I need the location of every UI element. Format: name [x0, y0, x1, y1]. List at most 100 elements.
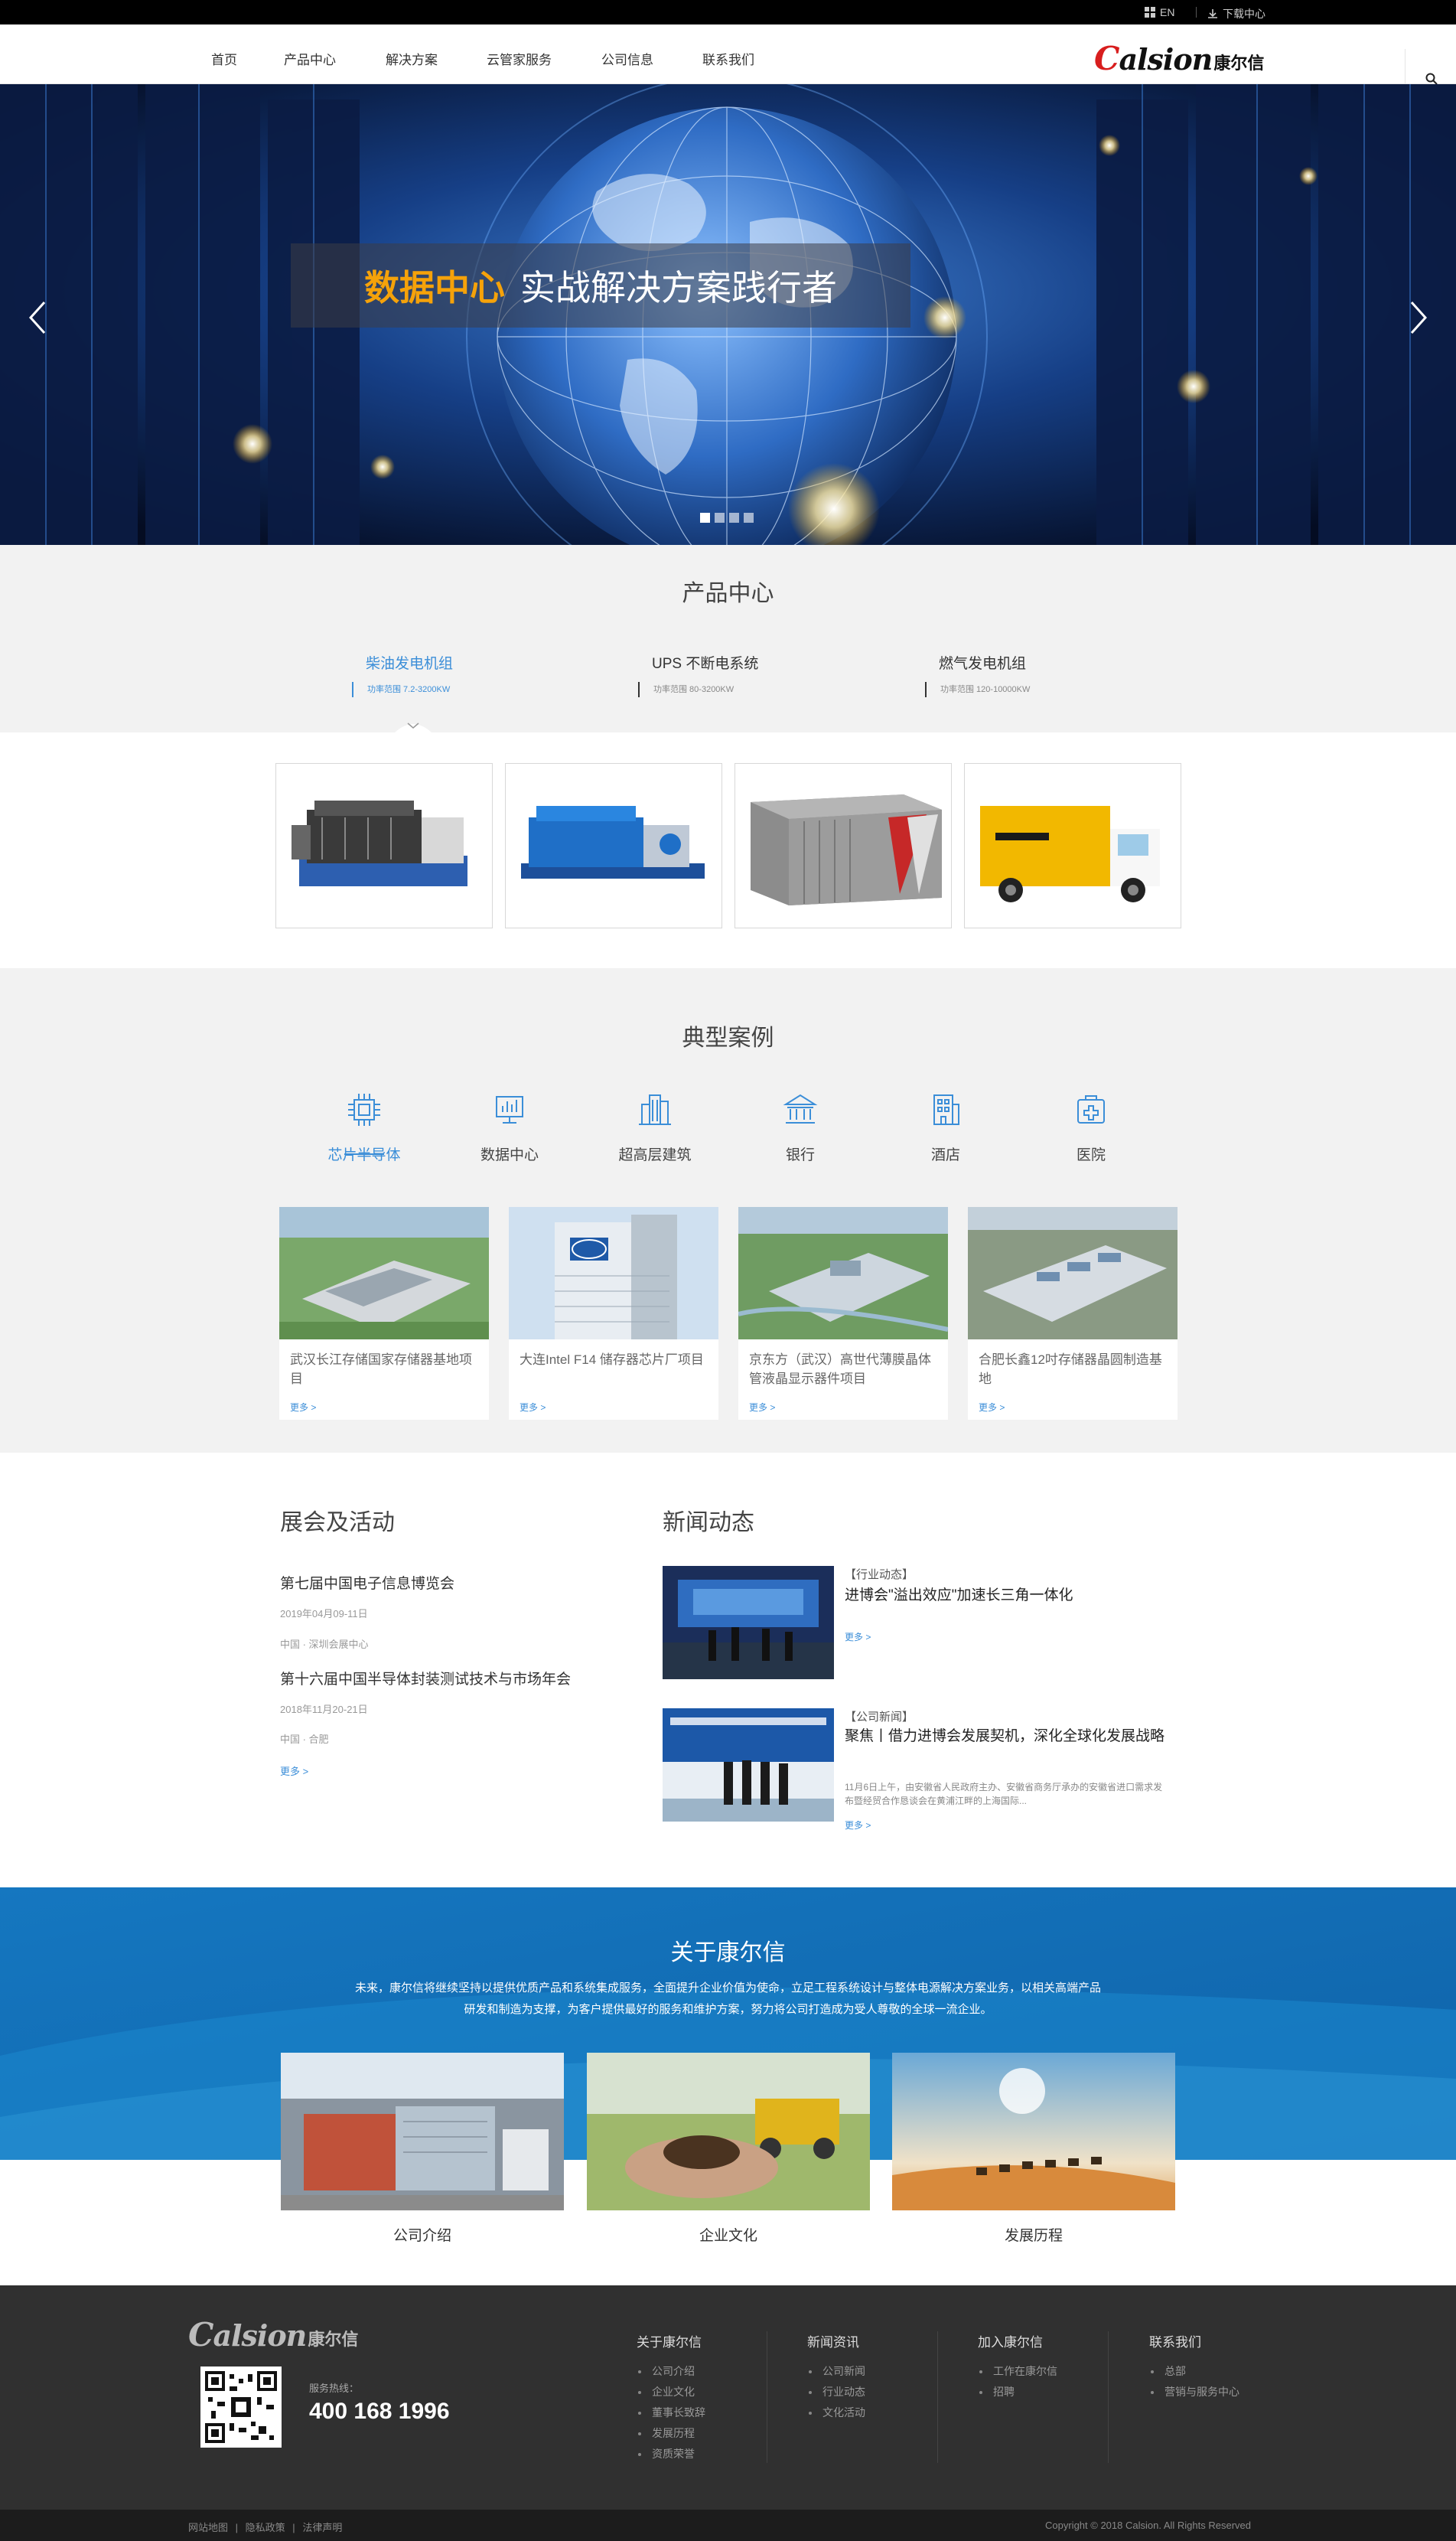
- next-slide-arrow[interactable]: [1402, 295, 1433, 341]
- case-tab-hospital[interactable]: 医院: [1045, 1091, 1137, 1164]
- nav-item-solutions[interactable]: 解决方案: [386, 49, 438, 68]
- footer-link[interactable]: 文化活动: [807, 2402, 865, 2423]
- case-card[interactable]: 武汉长江存储国家存储器基地项目 更多 >: [279, 1207, 489, 1420]
- product-card-blue-genset[interactable]: [505, 763, 722, 928]
- about-card-label: 企业文化: [699, 2228, 757, 2244]
- banner-slogan: 实战解决方案践行者: [520, 268, 837, 308]
- footer-column-title[interactable]: 联系我们: [1149, 2331, 1239, 2350]
- case-tab-skyscraper[interactable]: 超高层建筑: [609, 1091, 701, 1164]
- hotline-label: 服务热线：: [309, 2383, 360, 2394]
- case-tab-label: 酒店: [930, 1147, 960, 1163]
- privacy-link[interactable]: 隐私政策: [246, 2522, 285, 2533]
- download-icon: [1208, 9, 1217, 18]
- product-tab-diesel[interactable]: 柴油发电机组 功率范围 7.2-3200KW: [352, 652, 453, 697]
- product-tab-ups[interactable]: UPS 不断电系统 功率范围 80-3200KW: [638, 652, 758, 697]
- divider: [1196, 7, 1197, 18]
- footer-link[interactable]: 资质荣誉: [637, 2444, 705, 2464]
- logo-rest: alsion: [213, 2318, 307, 2353]
- separator: |: [292, 2522, 295, 2533]
- legal-link[interactable]: 法律声明: [302, 2522, 342, 2533]
- nav-item-home[interactable]: 首页: [211, 49, 237, 68]
- footer-column-title[interactable]: 新闻资讯: [807, 2331, 865, 2350]
- news-headline[interactable]: 聚焦丨借力进博会发展契机，深化全球化发展战略: [845, 1727, 1166, 1747]
- nav-item-contact[interactable]: 联系我们: [702, 49, 754, 68]
- logo-wordmark: Calsion: [188, 2316, 307, 2353]
- section-title: 产品中心: [682, 581, 774, 606]
- product-tab-gas[interactable]: 燃气发电机组 功率范围 120-10000KW: [925, 652, 1030, 697]
- logo-chinese: 康尔信: [1213, 54, 1265, 73]
- event-date: 2018年11月20-21日: [280, 1704, 368, 1715]
- nav-item-cloud-service[interactable]: 云管家服务: [487, 49, 552, 68]
- footer-link[interactable]: 公司新闻: [807, 2361, 865, 2382]
- case-tab-label: 医院: [1076, 1147, 1106, 1163]
- news-headline[interactable]: 进博会"溢出效应"加速长三角一体化: [845, 1586, 1166, 1606]
- slide-dot[interactable]: [729, 513, 739, 523]
- news-more-link[interactable]: 更多 >: [845, 1630, 871, 1643]
- footer-link[interactable]: 发展历程: [637, 2423, 705, 2444]
- footer-logo[interactable]: Calsion 康尔信: [188, 2316, 358, 2353]
- case-tab-hotel[interactable]: 酒店: [900, 1091, 992, 1164]
- event-title[interactable]: 第十六届中国半导体封装测试技术与市场年会: [280, 1668, 571, 1688]
- slide-dot[interactable]: [700, 513, 710, 523]
- about-card-culture[interactable]: 企业文化: [587, 2053, 870, 2245]
- product-card-mobile-genset[interactable]: [964, 763, 1181, 928]
- product-tab-range: 功率范围 80-3200KW: [638, 682, 758, 697]
- product-card-container-genset[interactable]: [735, 763, 952, 928]
- news-tag: 【公司新闻】: [845, 1711, 914, 1724]
- news-image[interactable]: [663, 1566, 834, 1679]
- footer-link[interactable]: 招聘: [978, 2382, 1057, 2402]
- footer-link[interactable]: 公司介绍: [637, 2361, 705, 2382]
- footer-link[interactable]: 董事长致辞: [637, 2402, 705, 2423]
- container-generator-image: [751, 794, 942, 905]
- nav-item-company[interactable]: 公司信息: [601, 49, 653, 68]
- events-news-section: 展会及活动 第七届中国电子信息博览会 2019年04月09-11日 中国 · 深…: [0, 1453, 1456, 1887]
- grid-icon: [1145, 7, 1155, 18]
- slide-dot[interactable]: [744, 513, 754, 523]
- more-link[interactable]: 更多 >: [509, 1401, 718, 1414]
- case-tab-bank[interactable]: 银行: [754, 1091, 846, 1164]
- case-image: [738, 1207, 948, 1339]
- skyscraper-icon: [639, 1094, 671, 1125]
- events-more-link[interactable]: 更多 >: [280, 1763, 308, 1778]
- banner-highlight: 数据中心: [364, 268, 505, 308]
- more-link[interactable]: 更多 >: [968, 1401, 1178, 1414]
- download-center-label: 下载中心: [1223, 8, 1265, 20]
- case-tab-data-center[interactable]: 数据中心: [464, 1091, 555, 1164]
- footer-column-title[interactable]: 加入康尔信: [978, 2331, 1057, 2350]
- case-card[interactable]: 合肥长鑫12吋存储器晶圆制造基地 更多 >: [968, 1207, 1178, 1420]
- footer-link[interactable]: 营销与服务中心: [1149, 2382, 1239, 2402]
- more-link[interactable]: 更多 >: [738, 1401, 948, 1414]
- about-card-history[interactable]: 发展历程: [892, 2053, 1175, 2245]
- download-center-link[interactable]: 下载中心: [1207, 6, 1265, 21]
- more-link[interactable]: 更多 >: [279, 1401, 489, 1414]
- footer-link[interactable]: 工作在康尔信: [978, 2361, 1057, 2382]
- footer-link[interactable]: 总部: [1149, 2361, 1239, 2382]
- news-image[interactable]: [663, 1708, 834, 1822]
- chevron-down-icon: [394, 723, 432, 733]
- chip-icon: [348, 1094, 380, 1126]
- separator: |: [235, 2522, 239, 2533]
- slide-dot[interactable]: [715, 513, 725, 523]
- logo-wordmark: Calsion: [1094, 40, 1213, 77]
- about-description: 未来，康尔信将继续坚持以提供优质产品和系统集成服务，全面提升企业价值为使命，立足…: [354, 1982, 1101, 2016]
- language-switch[interactable]: EN: [1145, 6, 1174, 18]
- event-title[interactable]: 第七届中国电子信息博览会: [280, 1572, 454, 1593]
- product-tab-range: 功率范围 7.2-3200KW: [352, 682, 453, 697]
- prev-slide-arrow[interactable]: [23, 295, 54, 341]
- news-more-link[interactable]: 更多 >: [845, 1818, 871, 1832]
- about-card-label: 公司介绍: [393, 2228, 451, 2244]
- sitemap-link[interactable]: 网站地图: [188, 2522, 228, 2533]
- footer-column-title[interactable]: 关于康尔信: [637, 2331, 705, 2350]
- case-card[interactable]: 大连Intel F14 储存器芯片厂项目 更多 >: [509, 1207, 718, 1420]
- about-card-company[interactable]: 公司介绍: [281, 2053, 564, 2245]
- main-nav: 首页 产品中心 解决方案 云管家服务 公司信息 联系我们 Calsion 康尔信: [0, 24, 1456, 109]
- brand-logo[interactable]: Calsion 康尔信: [1094, 40, 1264, 77]
- case-card[interactable]: 京东方（武汉）高世代薄膜晶体管液晶显示器件项目 更多 >: [738, 1207, 948, 1420]
- top-bar: EN 下载中心: [0, 0, 1456, 24]
- footer-link[interactable]: 企业文化: [637, 2382, 705, 2402]
- product-card-diesel-genset[interactable]: [275, 763, 493, 928]
- footer-link[interactable]: 行业动态: [807, 2382, 865, 2402]
- nav-item-products[interactable]: 产品中心: [284, 49, 336, 68]
- case-tab-chip[interactable]: 芯片半导体: [318, 1091, 410, 1164]
- hotline-number[interactable]: 400 168 1996: [309, 2399, 450, 2425]
